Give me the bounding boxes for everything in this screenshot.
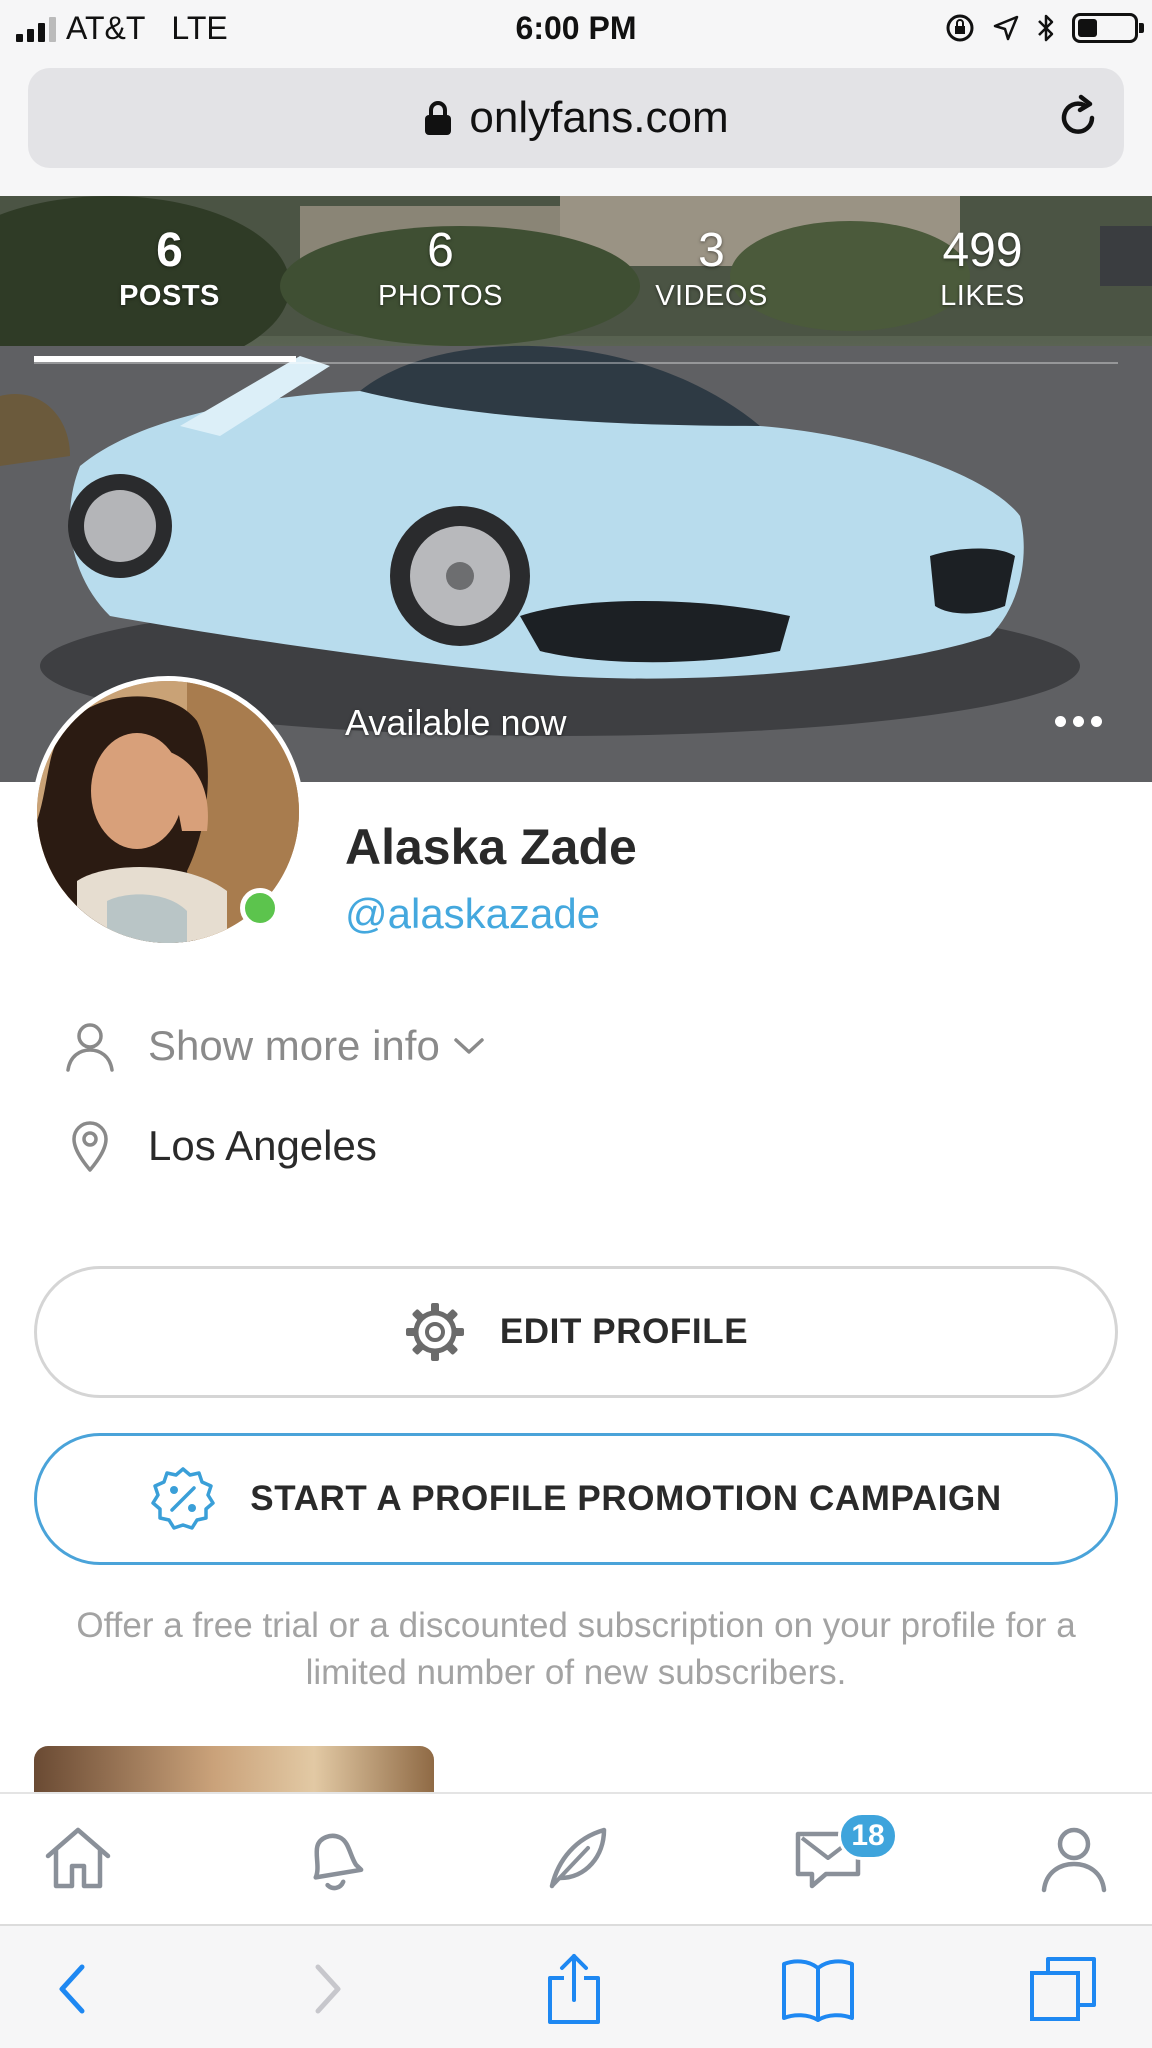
bell-icon — [313, 1833, 364, 1891]
url-bar[interactable]: onlyfans.com — [28, 68, 1124, 168]
forward-icon — [315, 1964, 341, 2014]
promotion-campaign-button[interactable]: START A PROFILE PROMOTION CAMPAIGN — [34, 1433, 1118, 1565]
likes-count: 499 — [942, 224, 1023, 277]
tab-posts[interactable]: 6 POSTS — [34, 224, 305, 312]
nav-profile[interactable] — [1032, 1816, 1116, 1900]
feather-icon — [549, 1827, 607, 1889]
safari-forward[interactable] — [288, 1952, 368, 2026]
battery-level — [1078, 19, 1097, 37]
gear-icon — [405, 1303, 464, 1361]
nav-notifications[interactable] — [288, 1816, 372, 1900]
back-icon — [59, 1964, 85, 2014]
profile-name: Alaska Zade — [345, 819, 637, 875]
show-more-info-toggle[interactable]: Show more info — [62, 1018, 486, 1074]
more-options-icon[interactable] — [1055, 716, 1102, 727]
promotion-description: Offer a free trial or a discounted subsc… — [76, 1606, 1076, 1692]
orientation-lock-icon — [946, 14, 974, 42]
profile-handle[interactable]: @alaskazade — [345, 890, 600, 938]
posts-count: 6 — [156, 224, 183, 277]
chevron-down-icon — [454, 1038, 484, 1054]
edit-profile-label: EDIT PROFILE — [499, 1312, 749, 1351]
app-screen: AT&T LTE 6:00 PM onlyfans.com 6 POSTS 6 … — [0, 0, 1152, 2048]
safari-bookmarks[interactable] — [778, 1952, 858, 2026]
tab-likes[interactable]: 499 LIKES — [847, 224, 1118, 312]
safari-share[interactable] — [534, 1952, 614, 2026]
bluetooth-icon — [1038, 14, 1054, 42]
share-icon — [548, 1954, 600, 2024]
nav-new-post[interactable] — [534, 1816, 618, 1900]
likes-label: LIKES — [940, 280, 1025, 312]
post-thumbnail[interactable] — [34, 1746, 434, 1792]
bookmarks-icon — [782, 1959, 854, 2022]
posts-label: POSTS — [119, 280, 220, 312]
photos-label: PHOTOS — [378, 280, 503, 312]
location-label: Los Angeles — [148, 1122, 377, 1169]
status-right — [944, 12, 1144, 44]
person-icon — [62, 1018, 118, 1074]
nav-home[interactable] — [36, 1816, 120, 1900]
app-bottom-nav: 18 — [0, 1792, 1152, 1924]
safari-toolbar — [0, 1924, 1152, 2048]
tabs-divider — [34, 362, 1118, 364]
home-icon — [45, 1827, 111, 1889]
messages-badge: 18 — [838, 1812, 898, 1860]
profile-icon — [1041, 1827, 1107, 1893]
edit-profile-button[interactable]: EDIT PROFILE — [34, 1266, 1118, 1398]
discount-badge-icon — [151, 1467, 215, 1530]
url-display: onlyfans.com — [28, 68, 1124, 168]
safari-tabs[interactable] — [1024, 1952, 1104, 2026]
location-arrow-icon — [993, 15, 1019, 41]
online-indicator — [240, 888, 280, 928]
lock-icon — [425, 101, 452, 135]
battery-icon — [1072, 13, 1144, 43]
safari-back[interactable] — [32, 1952, 112, 2026]
tab-videos[interactable]: 3 VIDEOS — [576, 224, 847, 312]
reload-icon[interactable] — [1054, 94, 1102, 142]
photos-count: 6 — [427, 224, 454, 277]
status-bar: AT&T LTE 6:00 PM — [0, 0, 1152, 58]
url-text: onlyfans.com — [469, 93, 729, 142]
location-row: Los Angeles — [62, 1118, 377, 1174]
tab-photos[interactable]: 6 PHOTOS — [305, 224, 576, 312]
availability-status: Available now — [345, 702, 567, 743]
tabs-icon — [1030, 1957, 1096, 2021]
map-pin-icon — [62, 1118, 118, 1174]
active-tab-indicator — [34, 356, 296, 362]
show-more-info-label: Show more info — [148, 1022, 440, 1069]
promotion-campaign-label: START A PROFILE PROMOTION CAMPAIGN — [250, 1479, 1002, 1518]
videos-label: VIDEOS — [655, 280, 768, 312]
videos-count: 3 — [698, 224, 725, 277]
profile-stats-tabs: 6 POSTS 6 PHOTOS 3 VIDEOS 499 LIKES — [34, 224, 1118, 312]
browser-address-area: onlyfans.com — [0, 58, 1152, 196]
